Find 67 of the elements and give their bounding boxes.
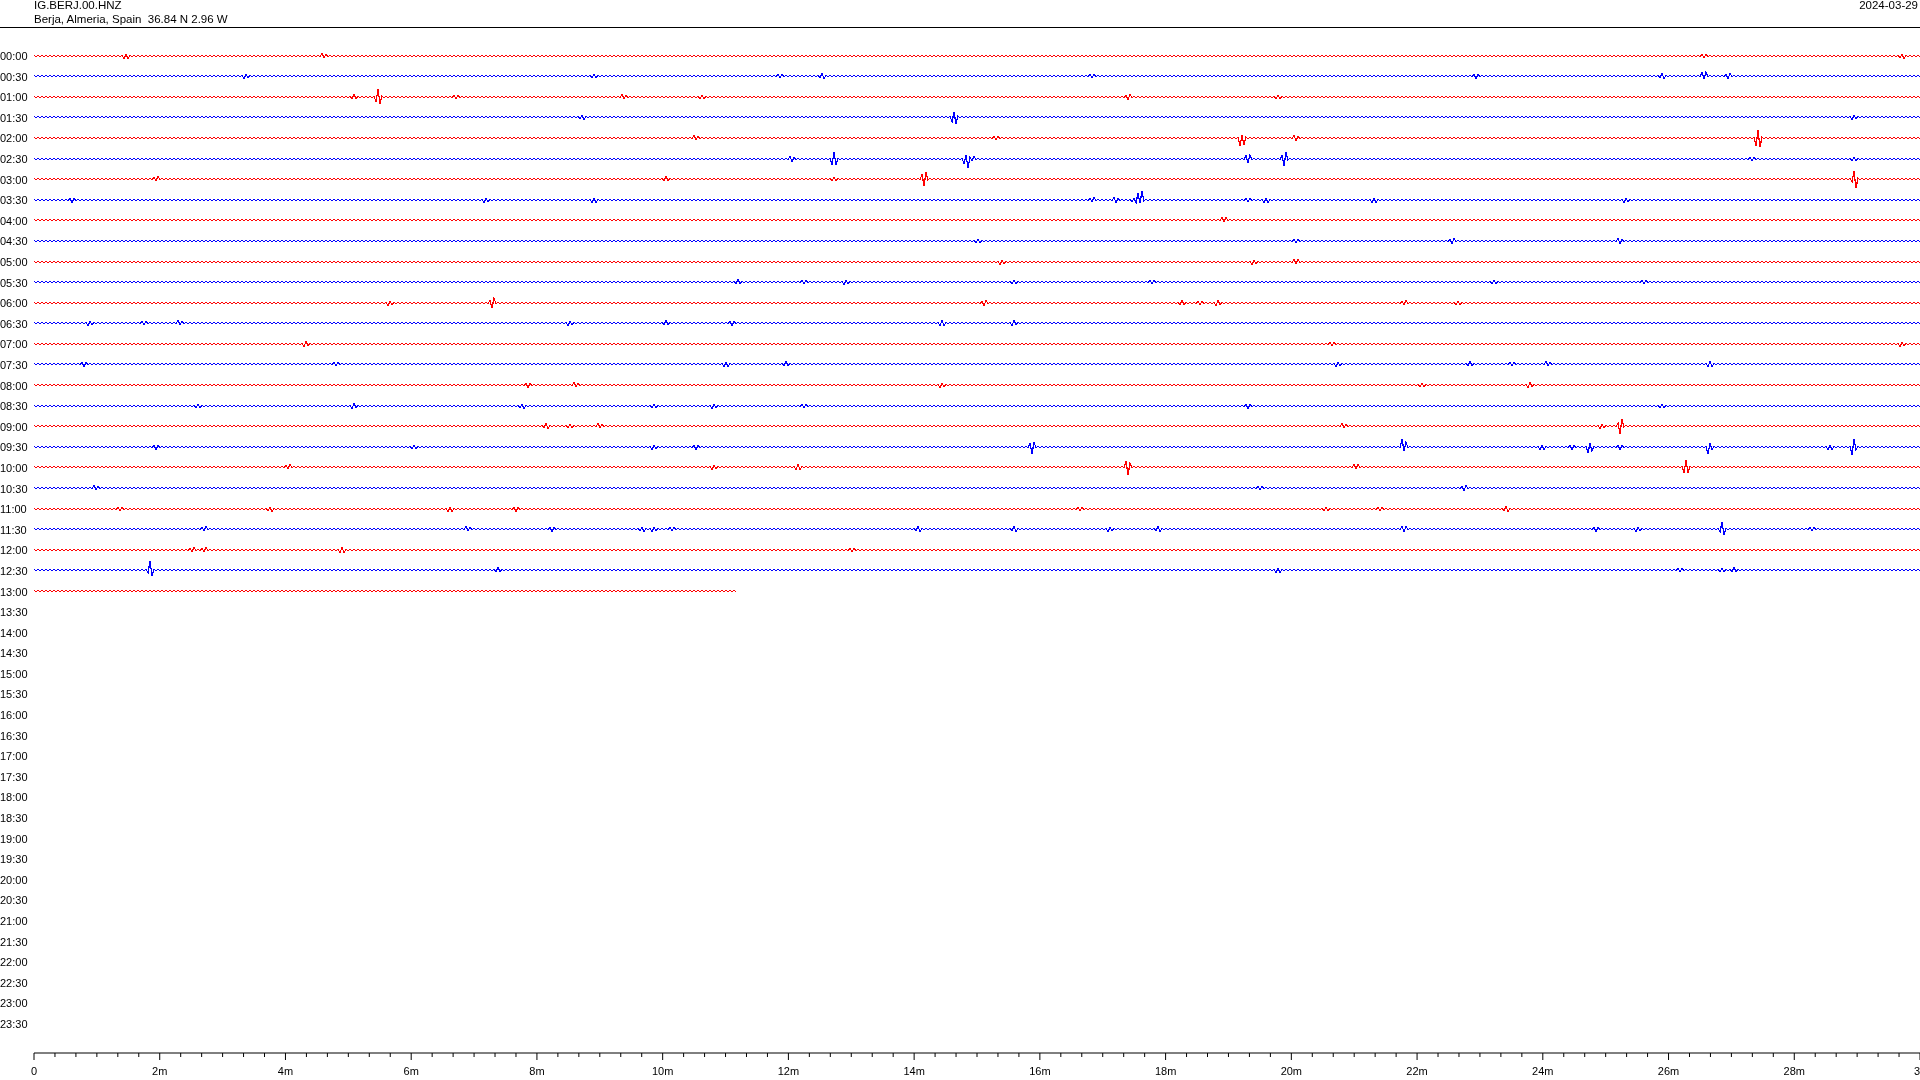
time-label: 21:00 xyxy=(0,915,29,927)
time-label: 15:30 xyxy=(0,688,29,701)
time-label: 21:30 xyxy=(0,935,29,948)
time-label: 15:00 xyxy=(0,667,29,680)
axis-tick-label: 12m xyxy=(777,1065,800,1078)
time-label: 14:30 xyxy=(0,647,29,660)
time-label: 14:00 xyxy=(0,626,29,639)
axis-tick-label: 18m xyxy=(1154,1065,1177,1078)
time-label: 19:00 xyxy=(0,832,29,845)
time-label: 05:00 xyxy=(0,256,29,268)
time-label: 03:30 xyxy=(0,194,29,207)
time-label: 10:00 xyxy=(0,461,29,474)
time-label: 03:00 xyxy=(0,173,29,186)
time-label: 04:30 xyxy=(0,235,29,248)
axis-tick-label: 26m xyxy=(1657,1065,1680,1078)
time-label: 11:00 xyxy=(0,503,28,516)
time-label: 17:00 xyxy=(0,750,29,763)
time-label: 02:00 xyxy=(0,132,29,145)
time-label: 01:00 xyxy=(0,91,29,104)
time-label: 00:00 xyxy=(0,50,29,63)
date-label: 2024-03-29 xyxy=(1859,0,1918,13)
axis-tick-label: 14m xyxy=(903,1065,925,1078)
time-label: 18:30 xyxy=(0,812,29,825)
time-label: 08:30 xyxy=(0,400,29,413)
time-label: 04:00 xyxy=(0,214,29,227)
axis-tick-label: 24m xyxy=(1532,1065,1554,1078)
time-label: 17:30 xyxy=(0,770,29,783)
time-label: 05:30 xyxy=(0,276,29,289)
station-code: IG.BERJ.00.HNZ xyxy=(34,0,123,12)
time-label: 16:30 xyxy=(0,729,29,742)
time-label: 06:00 xyxy=(0,297,29,310)
axis-tick-label: 6m xyxy=(403,1065,419,1078)
time-label: 08:00 xyxy=(0,379,29,392)
time-label: 13:30 xyxy=(0,606,29,619)
time-label: 09:00 xyxy=(0,420,29,433)
time-label: 22:00 xyxy=(0,956,29,969)
axis-tick-label: 20m xyxy=(1280,1065,1303,1078)
axis-tick-label: 2m xyxy=(152,1065,168,1078)
time-label: 23:00 xyxy=(0,997,29,1010)
time-label: 02:30 xyxy=(0,153,29,166)
axis-tick-label: 10m xyxy=(651,1065,674,1078)
time-label: 22:30 xyxy=(0,976,29,989)
time-label: 11:30 xyxy=(0,523,28,536)
time-label: 13:00 xyxy=(0,585,29,598)
time-label: 12:30 xyxy=(0,564,29,577)
time-label: 20:30 xyxy=(0,894,29,907)
time-label: 12:00 xyxy=(0,544,29,557)
axis-tick-label: 28m xyxy=(1783,1065,1805,1078)
axis-tick-label: 16m xyxy=(1029,1065,1051,1078)
axis-tick-label: 3 xyxy=(1913,1065,1920,1078)
axis-tick-label: 8m xyxy=(529,1065,545,1078)
time-label: 19:30 xyxy=(0,853,29,866)
time-label: 07:00 xyxy=(0,338,29,351)
station-location: Berja, Almeria, Spain 36.84 N 2.96 W xyxy=(34,12,228,26)
axis-tick-label: 22m xyxy=(1406,1065,1428,1078)
time-label: 23:30 xyxy=(0,1018,29,1030)
time-label: 09:30 xyxy=(0,441,29,454)
time-label: 00:30 xyxy=(0,70,29,83)
time-label: 06:30 xyxy=(0,317,29,330)
time-label: 01:30 xyxy=(0,111,29,124)
time-label: 07:30 xyxy=(0,359,29,371)
axis-tick-label: 0 xyxy=(30,1065,38,1078)
axis-tick-label: 4m xyxy=(277,1065,294,1078)
time-label: 10:30 xyxy=(0,482,29,495)
time-label: 20:00 xyxy=(0,873,29,886)
time-label: 18:00 xyxy=(0,791,29,804)
time-label: 16:00 xyxy=(0,709,29,722)
